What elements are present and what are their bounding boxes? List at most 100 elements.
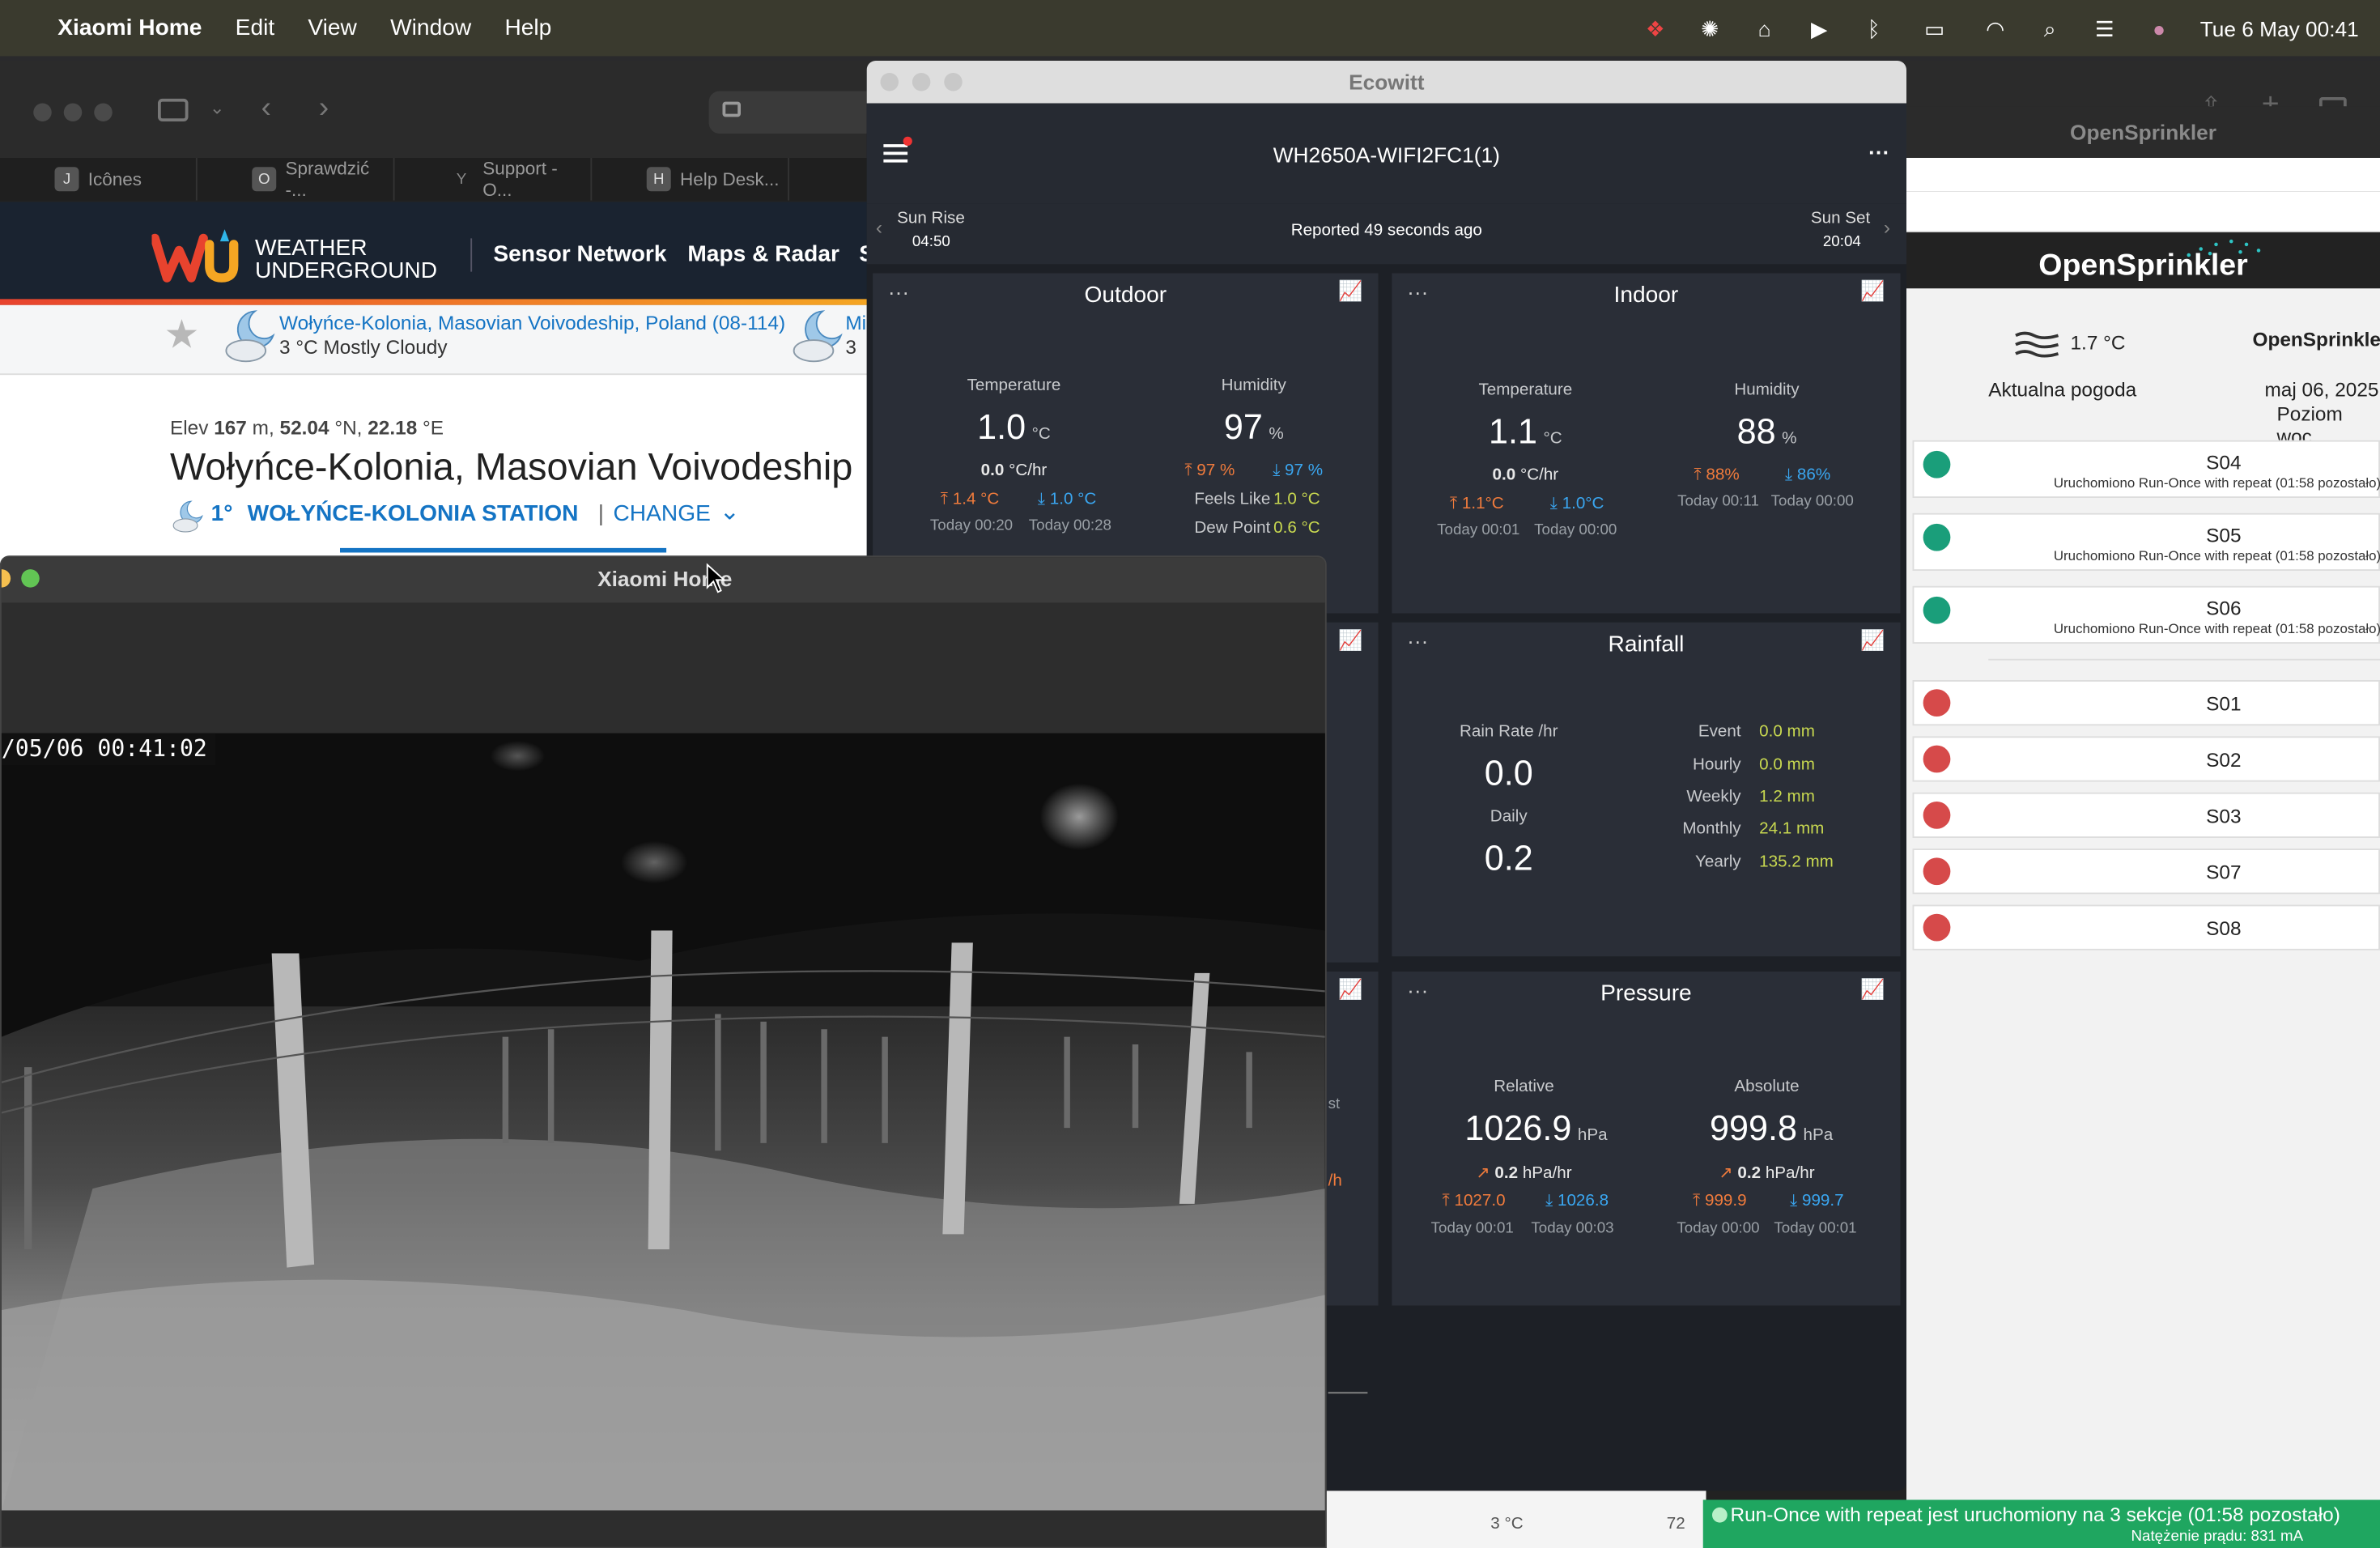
station-row-s07[interactable]: S07 — [1912, 848, 2380, 895]
menu-view[interactable]: View — [308, 15, 356, 41]
battery-icon[interactable]: ▭ — [1915, 18, 1954, 39]
minimize-button[interactable] — [63, 103, 83, 121]
forward-icon[interactable]: › — [319, 91, 329, 126]
clock[interactable]: Tue 6 May 00:41 — [2200, 16, 2359, 40]
location-link[interactable]: Wołyńce-Kolonia, Masovian Voivodeship, P… — [279, 311, 785, 334]
temp-high-value: 1.4 °C — [952, 490, 1000, 509]
temp-high-time: Today 00:01 — [1437, 522, 1520, 539]
star-icon[interactable]: ★ — [164, 311, 200, 358]
station-row-s01[interactable]: S01 — [1912, 680, 2380, 726]
change-station-link[interactable]: CHANGE — [614, 501, 711, 527]
indoor-card: ··· Indoor 📈 Temperature 1.1 °C 0.0 °C/hr… — [1392, 273, 1901, 614]
chatgpt-icon[interactable]: ✺ — [1696, 18, 1723, 39]
second-location-link[interactable]: Mi — [845, 311, 866, 334]
second-location-cond: 3 — [845, 335, 856, 359]
wifi-icon[interactable]: ◠ — [1982, 18, 2009, 39]
os-status-footer[interactable]: Run-Once with repeat jest uruchomiony na… — [1702, 1499, 2380, 1548]
sidebar-icon[interactable] — [158, 98, 189, 121]
station-name[interactable]: WOŁYŃCE-KOLONIA STATION — [248, 501, 579, 527]
tab-help-desk[interactable]: H Help Desk... — [592, 158, 789, 201]
dew-point-label: Dew Point — [1194, 519, 1271, 538]
play-icon[interactable]: ▶ — [1805, 18, 1833, 39]
rain-yearly-label: Yearly — [1695, 853, 1741, 872]
menu-edit[interactable]: Edit — [236, 15, 274, 41]
more-options-icon[interactable]: ··· — [1868, 140, 1889, 164]
control-center-icon[interactable]: ☰ — [2091, 18, 2119, 39]
absolute-label: Absolute — [1734, 1078, 1800, 1096]
close-button[interactable] — [33, 103, 52, 121]
chart-icon[interactable]: 📈 — [1338, 279, 1362, 304]
wu-logo-icon[interactable] — [150, 229, 246, 284]
relative-high-time: Today 00:01 — [1430, 1220, 1514, 1238]
tab-label: Sprawdzić -... — [285, 158, 370, 201]
tab-icones[interactable]: J Icônes — [0, 158, 198, 201]
chart-icon[interactable]: 📈 — [1860, 628, 1885, 653]
station-name: S04 — [2206, 450, 2242, 474]
chart-icon[interactable]: 📈 — [1338, 628, 1362, 653]
temp-high: ⤒ 1.4 °C — [940, 490, 1000, 509]
status-area: ❖ ✺ ⌂ ▶ ᛒ ▭ ◠ ⌕ ☰ ● Tue 6 May 00:41 — [1642, 0, 2359, 56]
zoom-button[interactable] — [94, 103, 113, 121]
ecowitt-appbar: WH2650A-WIFI2FC1(1) ··· — [866, 103, 1906, 204]
absolute-low-time: Today 00:01 — [1774, 1220, 1857, 1238]
menu-help[interactable]: Help — [504, 15, 551, 41]
tab-sprawdzic[interactable]: O Sprawdzić -... — [198, 158, 395, 201]
card-title: Rainfall — [1608, 632, 1685, 657]
app-menu[interactable]: Xiaomi Home — [57, 15, 202, 41]
rain-rate-label: Rain Rate /hr — [1459, 722, 1558, 742]
temp-high: ⤒ 1.1°C — [1450, 495, 1504, 513]
page-title: Wołyńce-Kolonia, Masovian Voivodeship — [170, 446, 853, 489]
chevron-right-icon[interactable]: › — [1884, 215, 1890, 238]
station-row-s03[interactable]: S03 — [1912, 792, 2380, 838]
relative-rate: ↗ 0.2 hPa/hr — [1426, 1163, 1623, 1183]
camera-feed[interactable]: /05/06 00:41:02 — [1, 733, 1325, 1511]
siri-icon[interactable]: ● — [2145, 18, 2173, 39]
status-dot — [1712, 1507, 1728, 1523]
zoom-button[interactable] — [944, 73, 963, 91]
humidity-value: 97% — [1171, 407, 1337, 449]
nav-sensor-network[interactable]: Sensor Network — [493, 241, 666, 267]
humidity-high-time: Today 00:11 — [1677, 493, 1759, 510]
minimize-button[interactable] — [912, 73, 931, 91]
search-icon[interactable]: ⌕ — [2036, 18, 2063, 39]
humidity-value: 88% — [1683, 411, 1850, 453]
back-icon[interactable]: ‹ — [261, 91, 272, 126]
bed-icon[interactable]: ⌂ — [1751, 18, 1779, 39]
reported-status: Reported 49 seconds ago — [1290, 221, 1482, 240]
nav-maps-radar[interactable]: Maps & Radar — [687, 241, 839, 267]
absolute-high-value: 999.9 — [1704, 1191, 1747, 1210]
chart-icon[interactable]: 📈 — [1860, 978, 1885, 1002]
station-name: S06 — [2206, 596, 2242, 619]
chart-icon[interactable]: 📈 — [1860, 279, 1885, 304]
current-temp: 1° — [210, 500, 233, 527]
wu-logo-text: WEATHER UNDERGROUND — [255, 237, 437, 283]
station-row-s06[interactable]: S06 Uruchomiono Run-Once with repeat (01… — [1912, 585, 2380, 644]
minimize-button[interactable] — [1, 569, 11, 588]
chevron-down-icon[interactable]: ⌄ — [720, 496, 740, 527]
zoom-button[interactable] — [21, 569, 40, 588]
station-row-s05[interactable]: S05 Uruchomiono Run-Once with repeat (01… — [1912, 512, 2380, 571]
station-row-s04[interactable]: S04 Uruchomiono Run-Once with repeat (01… — [1912, 440, 2380, 498]
temp-rate-value: 0.0 — [1492, 466, 1516, 485]
station-row-s08[interactable]: S08 — [1912, 904, 2380, 950]
relative-low-value: 1026.8 — [1557, 1191, 1609, 1210]
close-button[interactable] — [880, 73, 899, 91]
station-row-s02[interactable]: S02 — [1912, 736, 2380, 782]
temp-rate-value: 0.0 — [980, 461, 1005, 480]
card-title: Indoor — [1613, 282, 1679, 308]
lat-unit: °N, — [329, 415, 368, 439]
elev-label: Elev — [170, 415, 215, 439]
tab-label: Help Desk... — [680, 168, 780, 190]
tab-support[interactable]: Y Support - O... — [395, 158, 593, 201]
divider — [1328, 1392, 1368, 1394]
rain-rate-value: 0.0 — [1484, 753, 1533, 793]
station-name: S02 — [2206, 748, 2242, 772]
station-name: S07 — [2206, 861, 2242, 884]
chart-icon[interactable]: 📈 — [1338, 978, 1362, 1002]
chevron-down-icon[interactable]: ⌄ — [210, 97, 225, 118]
dropbox-icon[interactable]: ❖ — [1642, 18, 1669, 39]
absolute-low: ⤓ 999.7 — [1790, 1191, 1844, 1210]
relative-rate-value: 0.2 — [1494, 1164, 1519, 1183]
bluetooth-icon[interactable]: ᛒ — [1860, 18, 1888, 39]
menu-window[interactable]: Window — [390, 15, 471, 41]
